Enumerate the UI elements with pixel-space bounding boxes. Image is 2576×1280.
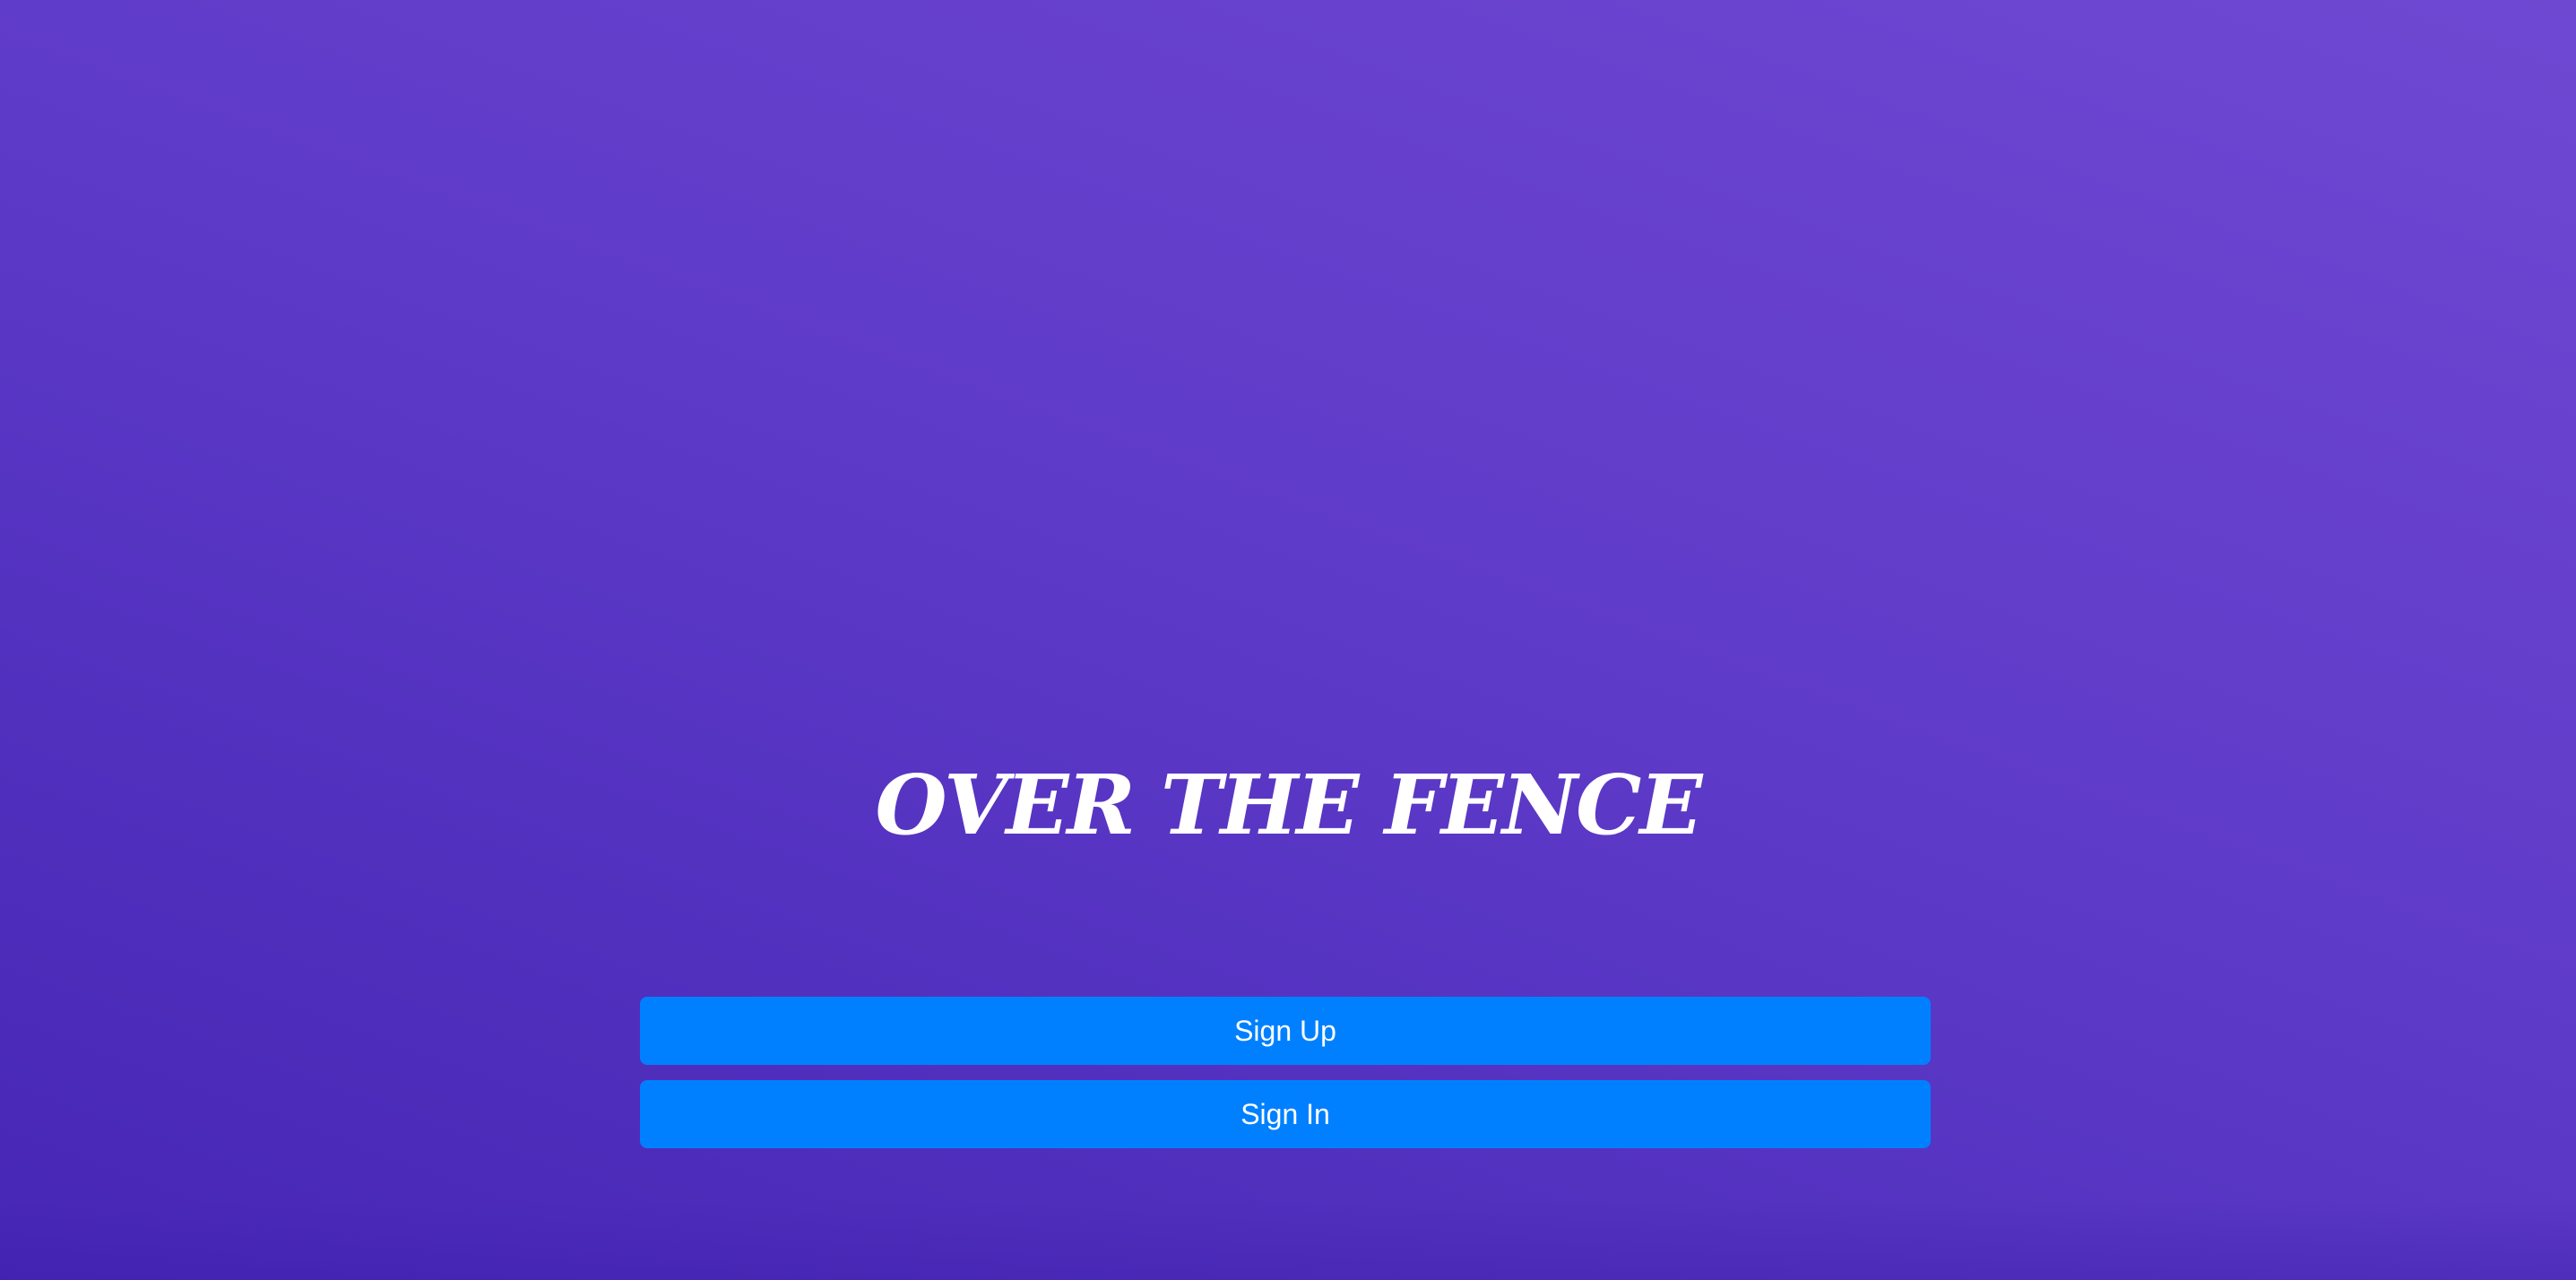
bottom-gradient-shade [0,1199,2576,1280]
sign-up-button[interactable]: Sign Up [640,997,1931,1065]
landing-screen: OVER THE FENCE Sign Up Sign In [0,0,2576,1280]
sign-in-button[interactable]: Sign In [640,1080,1931,1148]
app-title: OVER THE FENCE [875,757,1703,853]
